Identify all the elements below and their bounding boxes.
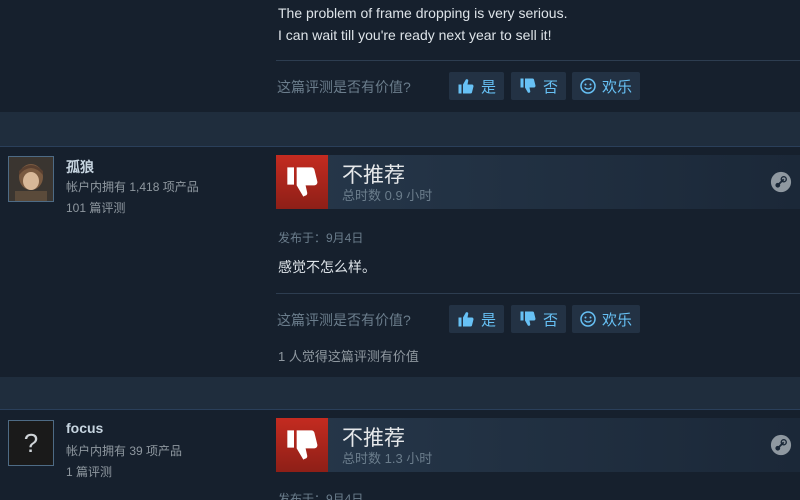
smiley-icon (580, 78, 596, 94)
persona-name[interactable]: 孤狼 (66, 157, 94, 177)
vote-yes-label: 是 (481, 311, 497, 329)
review-separator (0, 377, 800, 409)
review-content: The problem of frame dropping is very se… (278, 2, 567, 46)
hours-played: 总时数 0.9 小时 (342, 188, 433, 203)
helpful-count: 1 人觉得这篇评测有价值 (278, 349, 419, 364)
steam-logo-icon (770, 171, 792, 193)
thumbs-up-icon (458, 312, 474, 327)
thumbs-down-icon (287, 167, 318, 197)
avatar-image (9, 157, 53, 201)
thumb-box (276, 155, 328, 209)
thumbs-down-icon (520, 311, 536, 326)
posted-date: 发布于：9月4日 (278, 231, 364, 245)
helpful-question: 这篇评测是否有价值? (277, 79, 411, 95)
persona-name[interactable]: focus (66, 420, 103, 436)
vote-funny-label: 欢乐 (602, 311, 633, 329)
review-card: The problem of frame dropping is very se… (0, 0, 800, 112)
products-owned[interactable]: 帐户内拥有 39 项产品 (66, 441, 182, 462)
avatar[interactable] (8, 156, 54, 202)
review-card: ? focus 帐户内拥有 39 项产品 1 篇评测 不推荐 总时数 1.3 小… (0, 410, 800, 500)
review-count[interactable]: 101 篇评测 (66, 198, 199, 219)
vote-funny-button[interactable]: 欢乐 (572, 72, 641, 100)
vote-yes-label: 是 (481, 78, 497, 96)
review-separator (0, 112, 800, 146)
review-divider (276, 60, 800, 61)
avatar[interactable]: ? (8, 420, 54, 466)
vote-header[interactable]: 不推荐 总时数 0.9 小时 (276, 155, 800, 209)
review-content-line: The problem of frame dropping is very se… (278, 5, 568, 21)
steam-logo-icon (770, 434, 792, 456)
review-content: 感觉不怎么样。 (278, 259, 376, 275)
review-card: 孤狼 帐户内拥有 1,418 项产品 101 篇评测 不推荐 总时数 0.9 小… (0, 147, 800, 377)
review-divider (276, 293, 800, 294)
helpful-question: 这篇评测是否有价值? (277, 312, 411, 328)
smiley-icon (580, 311, 596, 327)
review-count[interactable]: 1 篇评测 (66, 462, 182, 483)
vote-no-label: 否 (543, 78, 559, 96)
author-meta: 帐户内拥有 39 项产品 1 篇评测 (66, 441, 182, 483)
vote-header[interactable]: 不推荐 总时数 1.3 小时 (276, 418, 800, 472)
hours-played: 总时数 1.3 小时 (342, 451, 433, 466)
products-owned[interactable]: 帐户内拥有 1,418 项产品 (66, 177, 199, 198)
vote-no-button[interactable]: 否 (511, 72, 567, 100)
vote-yes-button[interactable]: 是 (449, 72, 505, 100)
author-meta: 帐户内拥有 1,418 项产品 101 篇评测 (66, 177, 199, 219)
posted-date: 发布于：9月4日 (278, 492, 364, 500)
vote-no-button[interactable]: 否 (511, 305, 567, 333)
review-content-line: I can wait till you're ready next year t… (278, 27, 552, 43)
vote-no-label: 否 (543, 311, 559, 329)
vote-funny-button[interactable]: 欢乐 (572, 305, 641, 333)
vote-funny-label: 欢乐 (602, 78, 633, 96)
thumbs-down-icon (520, 78, 536, 93)
vote-yes-button[interactable]: 是 (449, 305, 505, 333)
thumbs-down-icon (287, 430, 318, 460)
thumbs-up-icon (458, 79, 474, 94)
thumb-box (276, 418, 328, 472)
